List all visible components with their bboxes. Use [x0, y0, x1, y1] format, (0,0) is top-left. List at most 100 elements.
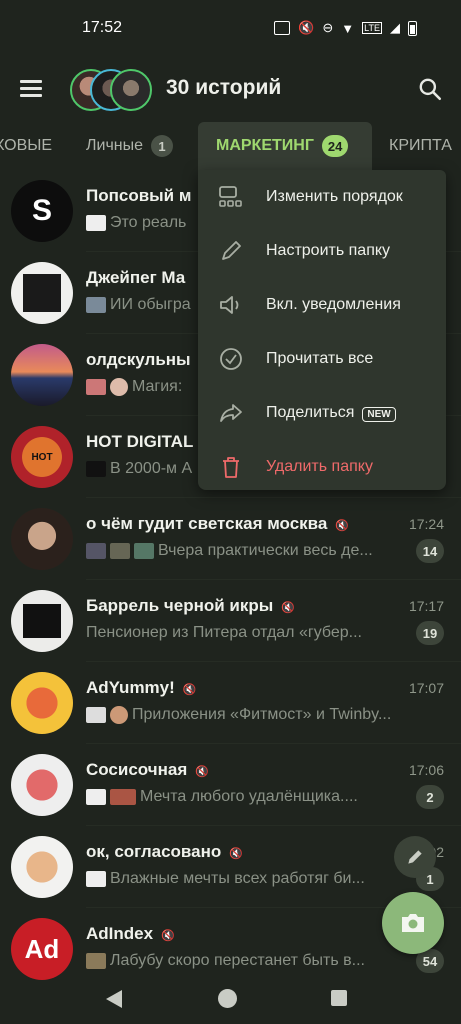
image-thumb-icon	[86, 789, 106, 805]
image-thumb-icon	[86, 543, 106, 559]
chat-item[interactable]: о чём гудит светская москва 🔇 17:24 Вчера…	[0, 498, 461, 580]
chat-preview: ИИ обыгра	[86, 296, 191, 314]
chat-item[interactable]: ок, согласовано 🔇 02 Влажные мечты всех р…	[0, 826, 461, 908]
volte-icon: LTE	[362, 22, 382, 34]
tab-personal[interactable]: Личные 1	[86, 122, 174, 170]
chat-item[interactable]: Сосисочная 🔇 17:06 Мечта любого удалёнщик…	[0, 744, 461, 826]
muted-icon: 🔇	[195, 766, 209, 778]
home-icon[interactable]	[218, 989, 237, 1008]
image-thumb-icon	[86, 379, 106, 395]
preview-text: Влажные мечты всех работяг би...	[110, 870, 365, 887]
screen-record-icon	[274, 21, 291, 35]
compose-button[interactable]	[394, 836, 436, 878]
chat-name-text: AdIndex	[86, 924, 154, 943]
status-icons: 🔇 ⊖ ▼ LTE ◢	[274, 20, 417, 36]
chat-name: HOT DIGITAL	[86, 432, 194, 451]
tab-label: МАРКЕТИНГ	[216, 137, 314, 154]
image-thumb-icon	[86, 707, 106, 723]
menu-item-share[interactable]: Поделиться NEW	[198, 386, 446, 440]
camera-icon	[402, 914, 424, 932]
menu-item-label: Удалить папку	[266, 458, 373, 475]
folder-tabs: ХОВЫЕ Личные 1 МАРКЕТИНГ 24 КРИПТА	[0, 122, 461, 170]
tab-label: Личные	[86, 137, 144, 154]
chat-item[interactable]: Баррель черной икры 🔇 17:17 Пенсионер из …	[0, 580, 461, 662]
tab-label: КРИПТА	[389, 137, 452, 154]
chat-name: олдскульны	[86, 350, 191, 369]
unread-badge: 19	[416, 621, 444, 645]
trash-icon	[218, 454, 244, 480]
chat-name: AdIndex 🔇	[86, 924, 175, 944]
chat-time: 17:07	[408, 680, 444, 696]
chat-item[interactable]: AdYummy! 🔇 17:07 Приложения «Фитмост» и T…	[0, 662, 461, 744]
search-icon[interactable]	[417, 76, 443, 102]
story-avatar	[110, 69, 152, 111]
status-time: 17:52	[82, 19, 123, 36]
avatar	[11, 672, 73, 734]
emoji-icon	[110, 706, 128, 724]
menu-item-edit-folder[interactable]: Настроить папку	[198, 224, 446, 278]
chat-name-text: Баррель черной икры	[86, 596, 274, 615]
chat-preview: Приложения «Фитмост» и Twinby...	[86, 706, 391, 724]
app-bar: 30 историй	[0, 56, 461, 122]
recents-icon[interactable]	[331, 990, 347, 1006]
chat-name: ок, согласовано 🔇	[86, 842, 243, 862]
status-bar: 17:52 🔇 ⊖ ▼ LTE ◢	[0, 0, 461, 56]
chat-name-text: Сосисочная	[86, 760, 188, 779]
new-badge: NEW	[362, 407, 396, 422]
menu-item-label: Изменить порядок	[266, 188, 403, 205]
preview-text: ИИ обыгра	[110, 296, 191, 313]
tab-badge: 1	[151, 135, 174, 157]
chat-name: Джейпег Ма	[86, 268, 186, 287]
avatar	[11, 508, 73, 570]
menu-icon[interactable]	[20, 80, 42, 97]
chat-time: 17:17	[408, 598, 444, 614]
image-thumb-icon	[86, 297, 106, 313]
stories-avatars[interactable]	[70, 69, 154, 111]
avatar	[11, 754, 73, 816]
chat-preview: Вчера практически весь де...	[86, 542, 373, 560]
preview-text: Лабубу скоро перестанет быть в...	[110, 952, 365, 969]
tab-crypto[interactable]: КРИПТА	[389, 122, 452, 170]
menu-item-label: Вкл. уведомления	[266, 296, 401, 313]
avatar: Ad	[11, 918, 73, 980]
avatar	[11, 590, 73, 652]
image-thumb-icon	[86, 871, 106, 887]
camera-button[interactable]	[382, 892, 444, 954]
stories-title[interactable]: 30 историй	[166, 76, 281, 100]
muted-icon: 🔇	[161, 930, 175, 942]
tab-label: ХОВЫЕ	[0, 137, 53, 154]
chat-preview: Влажные мечты всех работяг би...	[86, 870, 365, 888]
image-thumb-icon	[86, 953, 106, 969]
muted-icon: 🔇	[229, 848, 243, 860]
menu-item-reorder[interactable]: Изменить порядок	[198, 170, 446, 224]
chat-preview: Мечта любого удалёнщика....	[86, 788, 358, 806]
muted-icon: 🔇	[335, 520, 350, 532]
reorder-icon	[218, 184, 244, 210]
chat-name: о чём гудит светская москва 🔇	[86, 514, 349, 534]
image-thumb-icon	[110, 543, 130, 559]
chat-name-text: о чём гудит светская москва	[86, 514, 328, 533]
chat-name: Баррель черной икры 🔇	[86, 596, 295, 616]
wifi-icon: ▼	[341, 20, 355, 36]
menu-item-text: Поделиться	[266, 404, 355, 421]
check-circle-icon	[218, 346, 244, 372]
mute-icon: 🔇	[298, 20, 315, 35]
pencil-icon	[218, 238, 244, 264]
tab-marketing[interactable]: МАРКЕТИНГ 24	[198, 122, 372, 170]
tab-new[interactable]: ХОВЫЕ	[0, 122, 52, 170]
chat-name: AdYummy! 🔇	[86, 678, 197, 698]
share-icon	[218, 400, 244, 426]
video-thumb-icon	[86, 215, 106, 231]
image-thumb-icon	[134, 543, 154, 559]
battery-icon	[408, 20, 417, 36]
chat-name-text: AdYummy!	[86, 678, 175, 697]
menu-item-notifications[interactable]: Вкл. уведомления	[198, 278, 446, 332]
menu-item-read-all[interactable]: Прочитать все	[198, 332, 446, 386]
menu-item-label: Поделиться NEW	[266, 404, 396, 422]
chat-preview: В 2000-м А	[86, 460, 192, 478]
unread-badge: 2	[416, 785, 444, 809]
menu-item-delete-folder[interactable]: Удалить папку	[198, 440, 446, 494]
back-icon[interactable]	[106, 990, 122, 1008]
image-thumb-icon	[110, 789, 136, 805]
avatar: S	[11, 180, 73, 242]
